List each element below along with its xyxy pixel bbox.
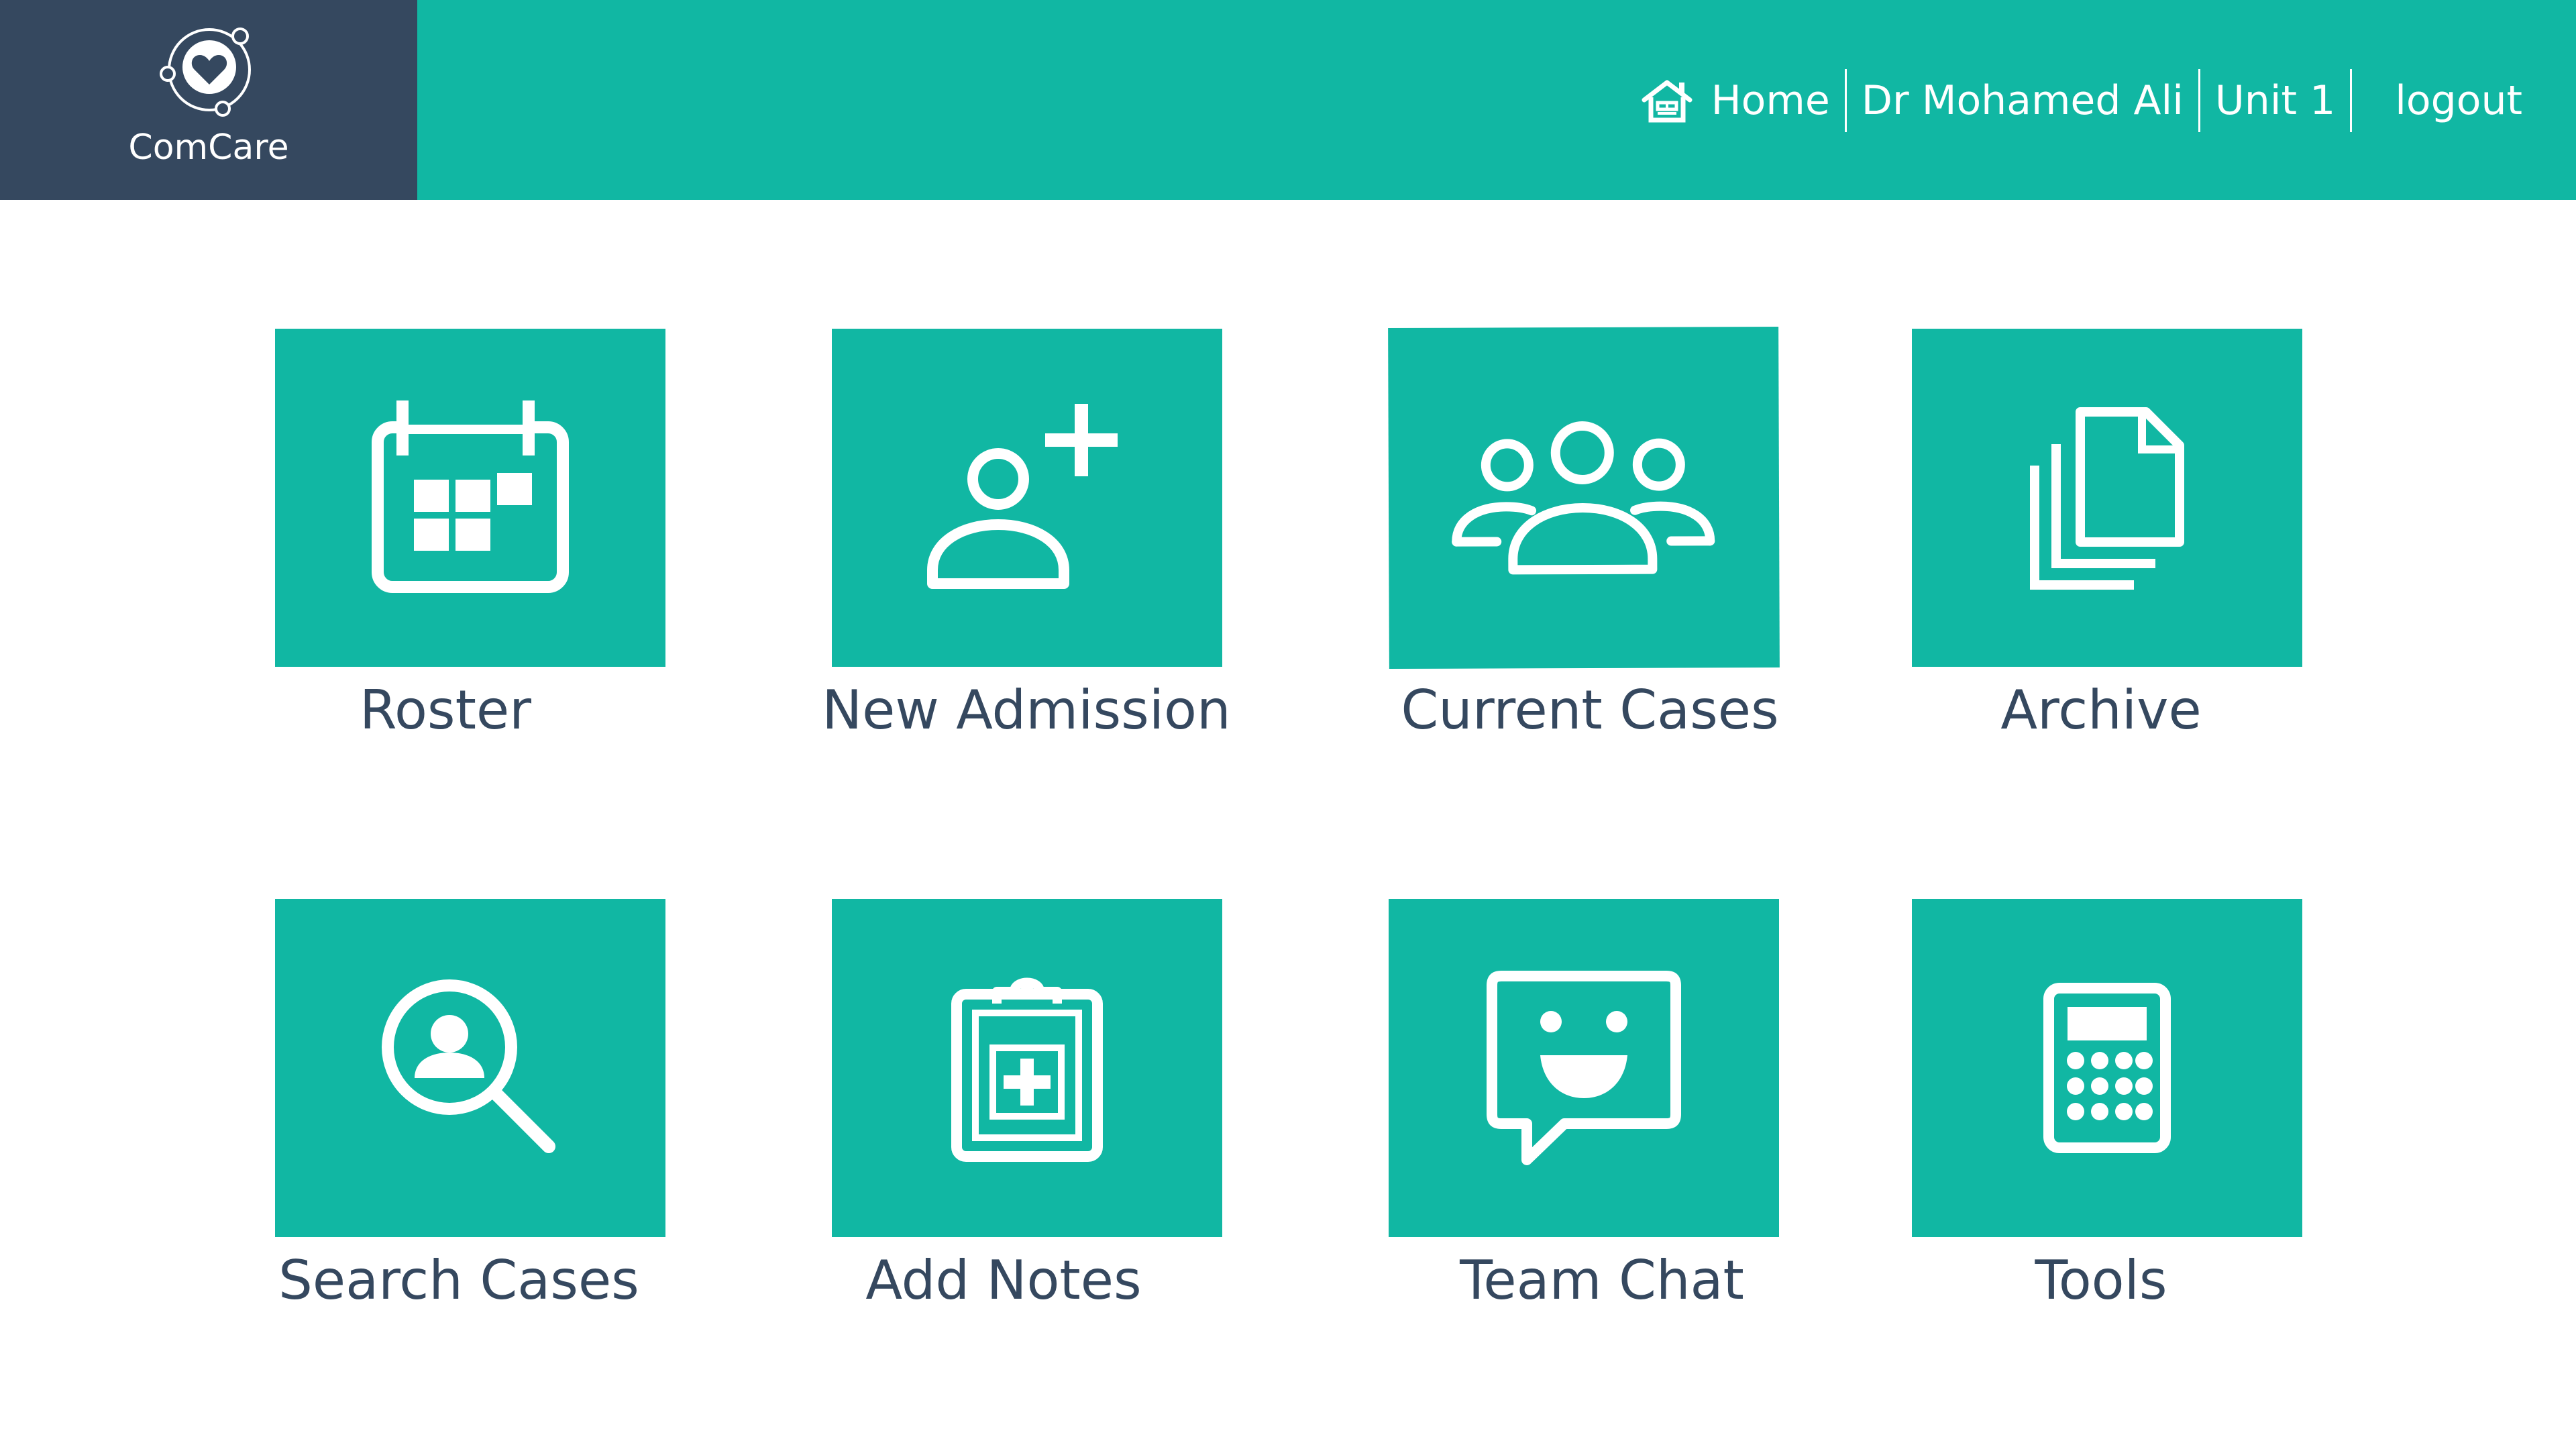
house-icon xyxy=(1642,80,1693,123)
tile-roster[interactable] xyxy=(275,329,665,667)
tile-search-cases[interactable] xyxy=(275,899,665,1237)
tile-tools[interactable] xyxy=(1912,899,2302,1237)
tile-new-admission-label: New Admission xyxy=(822,679,1231,741)
brand-name: ComCare xyxy=(128,127,289,168)
search-person-icon xyxy=(382,979,555,1153)
tile-new-admission[interactable] xyxy=(832,329,1222,667)
tile-search-cases-label: Search Cases xyxy=(278,1249,639,1311)
tile-archive[interactable] xyxy=(1912,329,2302,667)
tile-current-cases[interactable] xyxy=(1388,326,1780,669)
nav-home[interactable]: Home xyxy=(1627,66,1845,136)
tile-archive-label: Archive xyxy=(2000,679,2202,741)
tile-add-notes-label: Add Notes xyxy=(865,1249,1142,1311)
nav-unit[interactable]: Unit 1 xyxy=(2200,66,2350,136)
nav-home-label: Home xyxy=(1711,77,1830,124)
nav-logout[interactable]: logout xyxy=(2380,66,2537,136)
medical-clipboard-icon xyxy=(951,977,1103,1162)
nav-divider xyxy=(2350,69,2353,132)
heart-circle-logo-icon xyxy=(160,28,251,117)
smiley-chat-icon xyxy=(1487,971,1681,1165)
top-bar: ComCare Home Dr Mohamed Ali Unit 1 logou… xyxy=(0,0,2576,200)
nav-logout-label: logout xyxy=(2395,77,2522,124)
tile-team-chat-label: Team Chat xyxy=(1460,1249,1744,1311)
documents-icon xyxy=(2030,407,2184,590)
calculator-icon xyxy=(2043,983,2171,1153)
add-person-icon xyxy=(927,404,1118,589)
brand-panel[interactable]: ComCare xyxy=(0,0,417,200)
nav-unit-label: Unit 1 xyxy=(2214,77,2336,124)
tile-team-chat[interactable] xyxy=(1389,899,1779,1237)
tile-current-cases-label: Current Cases xyxy=(1401,679,1779,741)
tile-roster-label: Roster xyxy=(359,679,532,741)
tile-tools-label: Tools xyxy=(2035,1249,2167,1311)
top-nav: Home Dr Mohamed Ali Unit 1 logout xyxy=(1627,66,2537,136)
group-icon xyxy=(1452,421,1715,575)
calendar-icon xyxy=(372,400,569,593)
nav-user-label: Dr Mohamed Ali xyxy=(1861,77,2184,124)
nav-user[interactable]: Dr Mohamed Ali xyxy=(1847,66,2198,136)
tile-add-notes[interactable] xyxy=(832,899,1222,1237)
